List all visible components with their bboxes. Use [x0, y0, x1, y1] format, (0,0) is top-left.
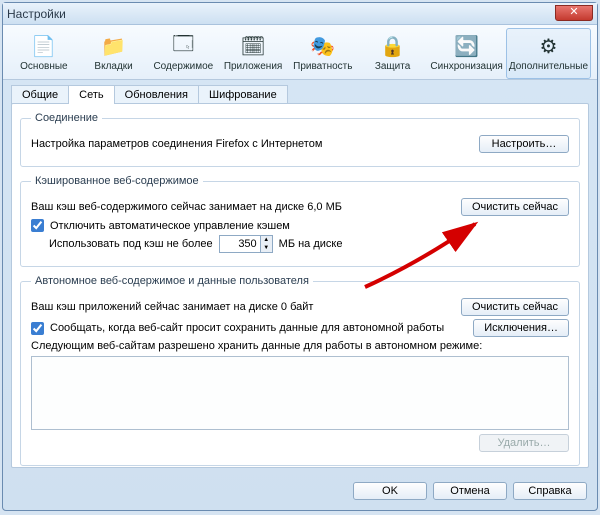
- cache-limit-suffix: МБ на диске: [279, 238, 343, 250]
- clear-offline-button[interactable]: Очистить сейчас: [461, 298, 569, 316]
- close-button[interactable]: ✕: [555, 5, 593, 21]
- spin-down-icon[interactable]: ▼: [260, 244, 272, 252]
- help-button[interactable]: Справка: [513, 482, 587, 500]
- spin-up-icon[interactable]: ▲: [260, 236, 272, 244]
- offline-exceptions-button[interactable]: Исключения…: [473, 319, 569, 337]
- cat-sync[interactable]: 🔄Синхронизация: [427, 28, 505, 79]
- clear-cache-button[interactable]: Очистить сейчас: [461, 198, 569, 216]
- connection-group: Соединение Настройка параметров соединен…: [20, 112, 580, 167]
- cat-content[interactable]: 🗔Содержимое: [148, 28, 218, 79]
- offline-usage: Ваш кэш приложений сейчас занимает на ди…: [31, 301, 313, 313]
- cat-security[interactable]: 🔒Защита: [358, 28, 428, 79]
- connection-legend: Соединение: [31, 112, 102, 124]
- folder-icon: 📁: [100, 33, 128, 59]
- pane-icon: 🗔: [169, 33, 197, 59]
- offline-list-label: Следующим веб-сайтам разрешено хранить д…: [31, 340, 569, 352]
- tab-network[interactable]: Сеть: [68, 85, 114, 104]
- offline-notify-label: Сообщать, когда веб-сайт просит сохранит…: [50, 322, 444, 334]
- remove-site-button: Удалить…: [479, 434, 569, 452]
- override-cache-label: Отключить автоматическое управление кэше…: [50, 220, 290, 232]
- mask-icon: 🎭: [309, 33, 337, 59]
- cat-privacy[interactable]: 🎭Приватность: [288, 28, 358, 79]
- window-title: Настройки: [7, 7, 66, 21]
- cache-limit-input[interactable]: [220, 236, 260, 252]
- calendar-icon: 🗓: [239, 33, 267, 59]
- tab-encryption[interactable]: Шифрование: [198, 85, 288, 104]
- offline-notify-checkbox[interactable]: [31, 322, 44, 335]
- offline-site-list[interactable]: [31, 356, 569, 430]
- ok-button[interactable]: OK: [353, 482, 427, 500]
- network-pane: Соединение Настройка параметров соединен…: [11, 103, 589, 468]
- category-toolbar: 📄Основные 📁Вкладки 🗔Содержимое 🗓Приложен…: [3, 25, 597, 80]
- gear-icon: ⚙: [534, 33, 562, 59]
- connection-settings-button[interactable]: Настроить…: [479, 135, 569, 153]
- cat-applications[interactable]: 🗓Приложения: [218, 28, 288, 79]
- page-icon: 📄: [30, 33, 58, 59]
- cancel-button[interactable]: Отмена: [433, 482, 507, 500]
- cat-advanced[interactable]: ⚙Дополнительные: [506, 28, 591, 79]
- dialog-footer: OK Отмена Справка: [3, 476, 597, 510]
- cat-tabs[interactable]: 📁Вкладки: [79, 28, 149, 79]
- tab-general[interactable]: Общие: [11, 85, 69, 104]
- cache-usage: Ваш кэш веб-содержимого сейчас занимает …: [31, 201, 342, 213]
- cache-legend: Кэшированное веб-содержимое: [31, 175, 203, 187]
- advanced-subtabs: Общие Сеть Обновления Шифрование: [3, 80, 597, 103]
- titlebar: Настройки ✕: [3, 3, 597, 25]
- cat-general[interactable]: 📄Основные: [9, 28, 79, 79]
- cache-limit-prefix: Использовать под кэш не более: [49, 238, 213, 250]
- offline-group: Автономное веб-содержимое и данные польз…: [20, 275, 580, 466]
- connection-desc: Настройка параметров соединения Firefox …: [31, 138, 322, 150]
- cache-limit-spinner[interactable]: ▲▼: [219, 235, 273, 253]
- override-cache-checkbox[interactable]: [31, 219, 44, 232]
- cache-group: Кэшированное веб-содержимое Ваш кэш веб-…: [20, 175, 580, 267]
- lock-icon: 🔒: [379, 33, 407, 59]
- offline-legend: Автономное веб-содержимое и данные польз…: [31, 275, 313, 287]
- tab-updates[interactable]: Обновления: [114, 85, 199, 104]
- sync-icon: 🔄: [453, 33, 481, 59]
